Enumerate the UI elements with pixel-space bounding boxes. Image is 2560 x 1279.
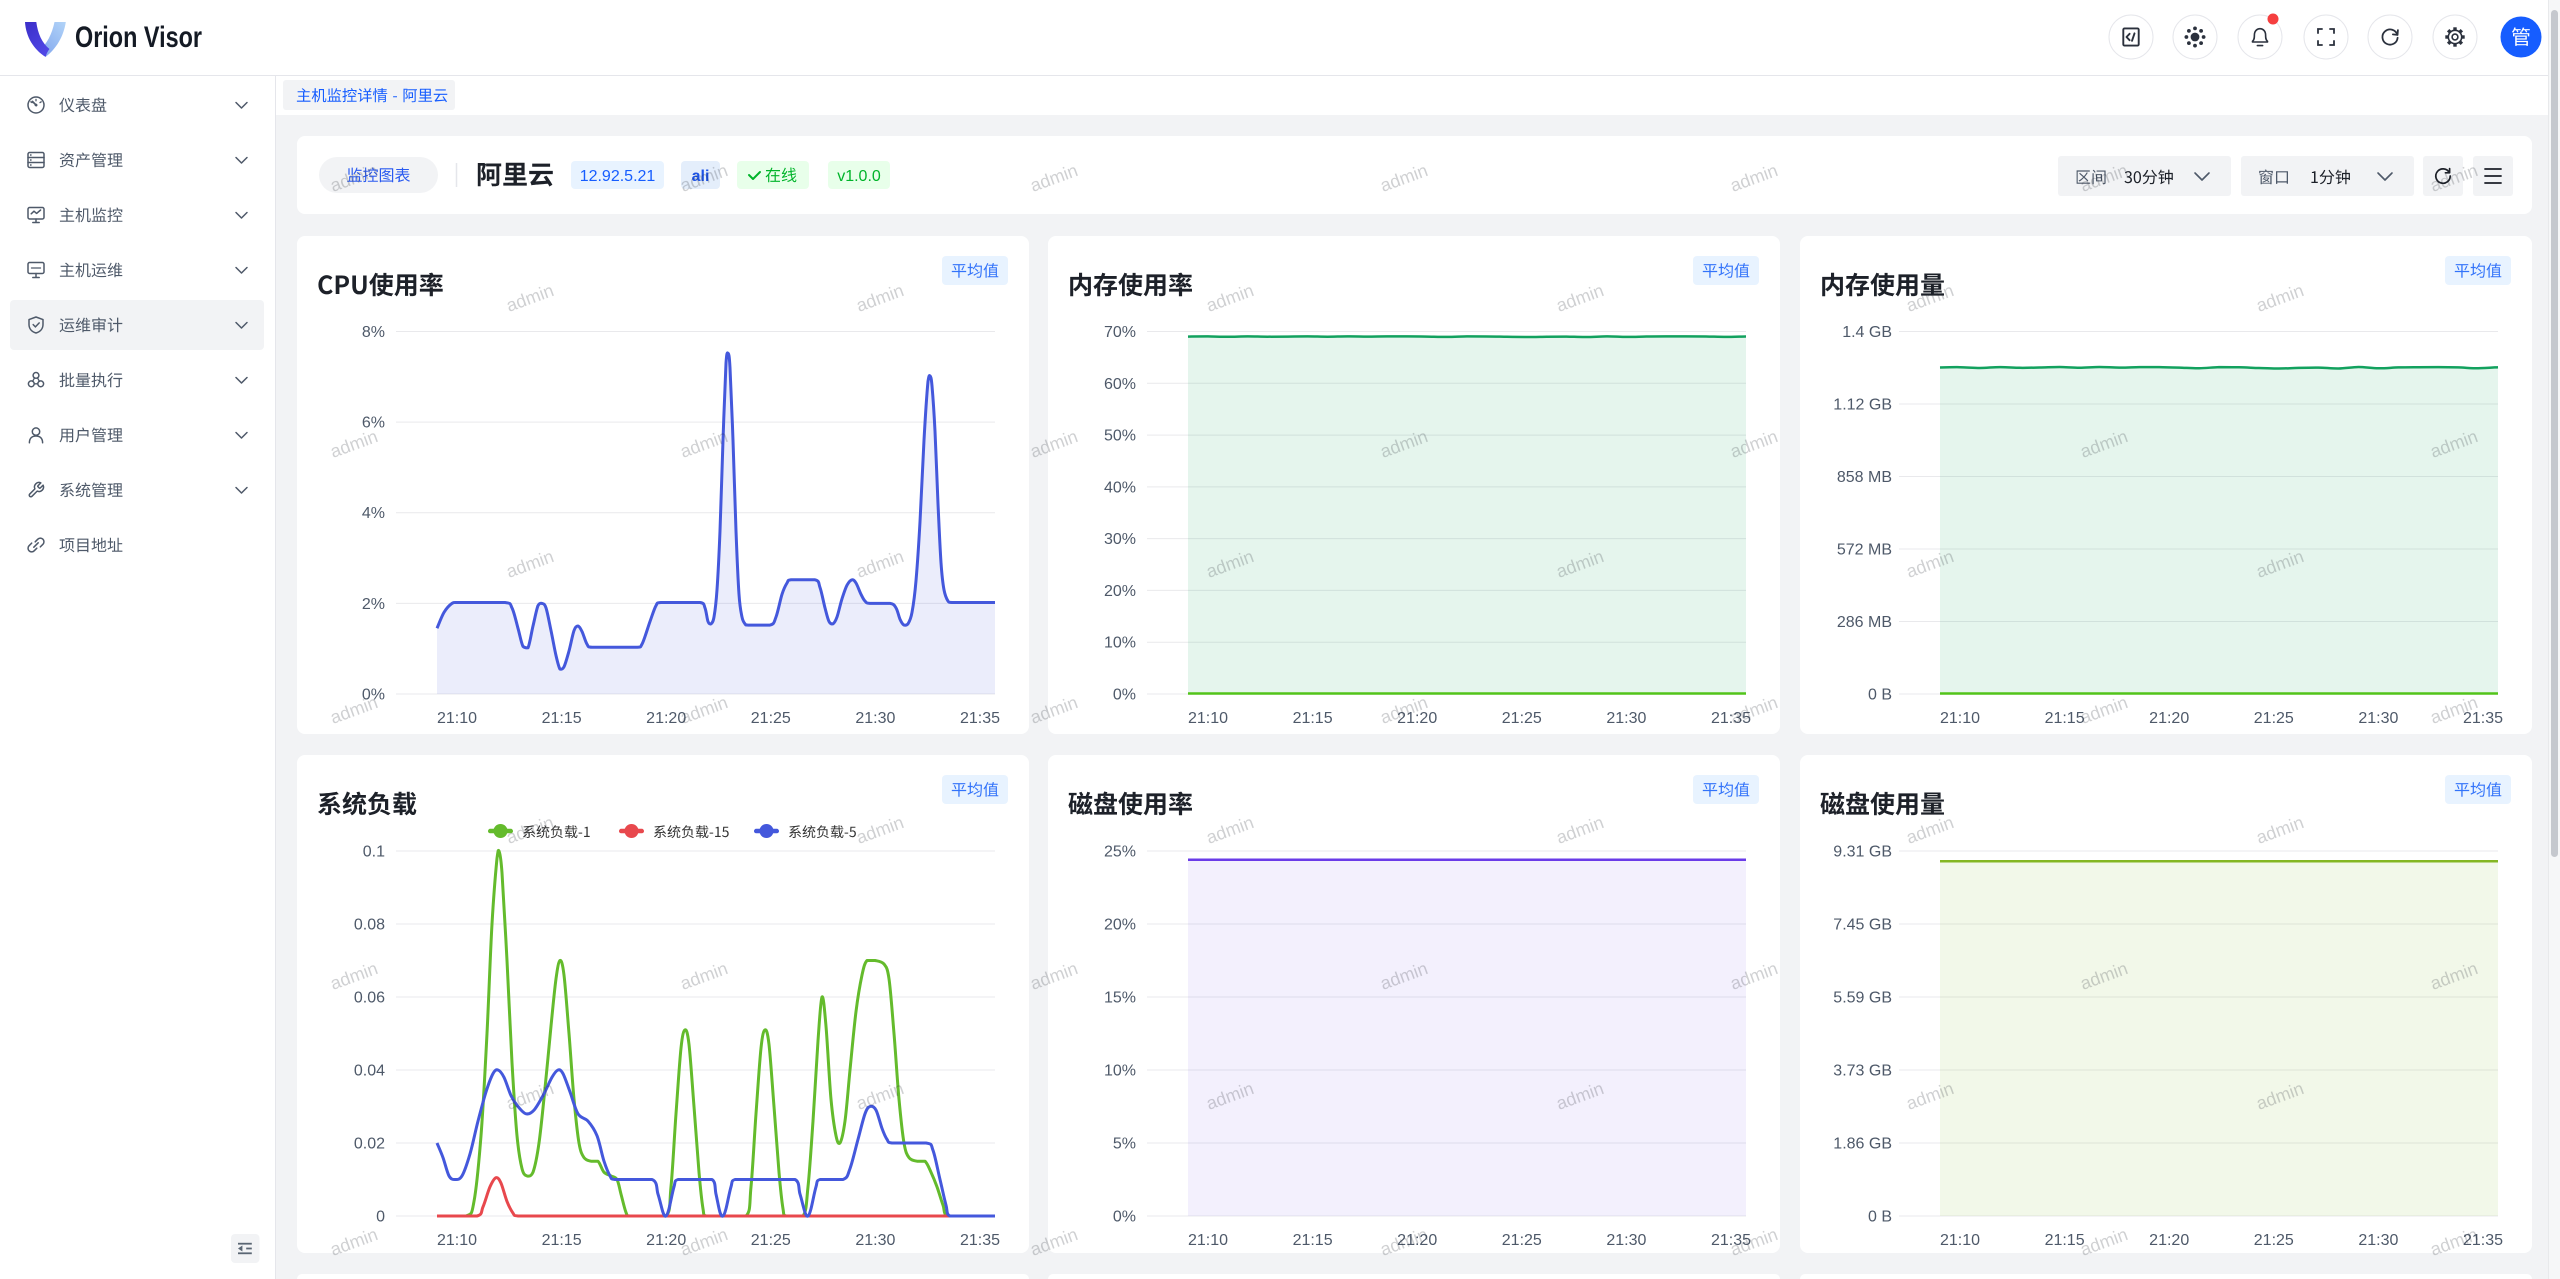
svg-text:21:30: 21:30 <box>2358 1232 2398 1249</box>
svg-text:21:20: 21:20 <box>2149 1232 2189 1249</box>
svg-text:21:25: 21:25 <box>2254 1232 2294 1249</box>
svg-text:30%: 30% <box>1104 531 1136 548</box>
svg-text:858 MB: 858 MB <box>1837 469 1892 486</box>
svg-text:ali: ali <box>692 168 710 185</box>
svg-text:21:10: 21:10 <box>1188 1232 1228 1249</box>
svg-text:286 MB: 286 MB <box>1837 614 1892 631</box>
svg-text:5%: 5% <box>1113 1136 1136 1153</box>
svg-text:21:15: 21:15 <box>2045 1232 2085 1249</box>
svg-text:21:35: 21:35 <box>2463 1232 2503 1249</box>
svg-text:5.59 GB: 5.59 GB <box>1833 990 1892 1007</box>
svg-text:0.02: 0.02 <box>354 1136 385 1153</box>
svg-text:6%: 6% <box>362 415 385 432</box>
svg-text:21:25: 21:25 <box>1502 1232 1542 1249</box>
svg-text:10%: 10% <box>1104 635 1136 652</box>
svg-text:0%: 0% <box>1113 1209 1136 1226</box>
svg-text:572 MB: 572 MB <box>1837 542 1892 559</box>
svg-text:21:20: 21:20 <box>2149 710 2189 727</box>
svg-text:0%: 0% <box>362 687 385 704</box>
svg-text:21:25: 21:25 <box>1502 710 1542 727</box>
svg-text:8%: 8% <box>362 324 385 341</box>
svg-text:21:35: 21:35 <box>2463 710 2503 727</box>
svg-text:25%: 25% <box>1104 844 1136 861</box>
svg-text:21:10: 21:10 <box>437 710 477 727</box>
svg-text:v1.0.0: v1.0.0 <box>837 168 881 185</box>
svg-text:0%: 0% <box>1113 687 1136 704</box>
svg-text:21:15: 21:15 <box>1293 1232 1333 1249</box>
svg-text:0.04: 0.04 <box>354 1063 385 1080</box>
svg-text:21:20: 21:20 <box>646 710 686 727</box>
svg-text:21:10: 21:10 <box>1940 1232 1980 1249</box>
svg-text:0: 0 <box>376 1209 385 1226</box>
svg-text:21:30: 21:30 <box>2358 710 2398 727</box>
svg-text:21:20: 21:20 <box>1397 710 1437 727</box>
svg-text:1.4 GB: 1.4 GB <box>1842 324 1892 341</box>
svg-text:21:15: 21:15 <box>2045 710 2085 727</box>
svg-text:21:15: 21:15 <box>542 1232 582 1249</box>
svg-text:20%: 20% <box>1104 917 1136 934</box>
svg-text:0.08: 0.08 <box>354 917 385 934</box>
svg-text:1.86 GB: 1.86 GB <box>1833 1136 1892 1153</box>
svg-text:21:35: 21:35 <box>1711 1232 1751 1249</box>
svg-text:7.45 GB: 7.45 GB <box>1833 917 1892 934</box>
svg-text:21:30: 21:30 <box>855 1232 895 1249</box>
svg-text:2%: 2% <box>362 596 385 613</box>
svg-text:21:30: 21:30 <box>855 710 895 727</box>
svg-text:21:15: 21:15 <box>1293 710 1333 727</box>
svg-text:0.1: 0.1 <box>363 844 385 861</box>
svg-text:21:30: 21:30 <box>1606 1232 1646 1249</box>
svg-text:21:25: 21:25 <box>2254 710 2294 727</box>
svg-text:20%: 20% <box>1104 583 1136 600</box>
svg-text:21:30: 21:30 <box>1606 710 1646 727</box>
svg-text:4%: 4% <box>362 505 385 522</box>
svg-text:60%: 60% <box>1104 376 1136 393</box>
svg-text:21:20: 21:20 <box>1397 1232 1437 1249</box>
svg-text:21:25: 21:25 <box>751 1232 791 1249</box>
svg-text:50%: 50% <box>1104 428 1136 445</box>
svg-text:21:10: 21:10 <box>1188 710 1228 727</box>
svg-text:12.92.5.21: 12.92.5.21 <box>580 168 656 185</box>
svg-text:21:15: 21:15 <box>542 710 582 727</box>
svg-text:21:10: 21:10 <box>1940 710 1980 727</box>
svg-text:3.73 GB: 3.73 GB <box>1833 1063 1892 1080</box>
svg-text:9.31 GB: 9.31 GB <box>1833 844 1892 861</box>
svg-text:0 B: 0 B <box>1868 687 1892 704</box>
svg-text:0 B: 0 B <box>1868 1209 1892 1226</box>
svg-text:21:20: 21:20 <box>646 1232 686 1249</box>
svg-text:1.12 GB: 1.12 GB <box>1833 397 1892 414</box>
svg-text:21:25: 21:25 <box>751 710 791 727</box>
svg-text:40%: 40% <box>1104 479 1136 496</box>
svg-text:15%: 15% <box>1104 990 1136 1007</box>
svg-text:10%: 10% <box>1104 1063 1136 1080</box>
svg-text:21:35: 21:35 <box>960 1232 1000 1249</box>
svg-text:70%: 70% <box>1104 324 1136 341</box>
svg-text:21:35: 21:35 <box>1711 710 1751 727</box>
svg-text:21:10: 21:10 <box>437 1232 477 1249</box>
svg-text:21:35: 21:35 <box>960 710 1000 727</box>
svg-text:0.06: 0.06 <box>354 990 385 1007</box>
